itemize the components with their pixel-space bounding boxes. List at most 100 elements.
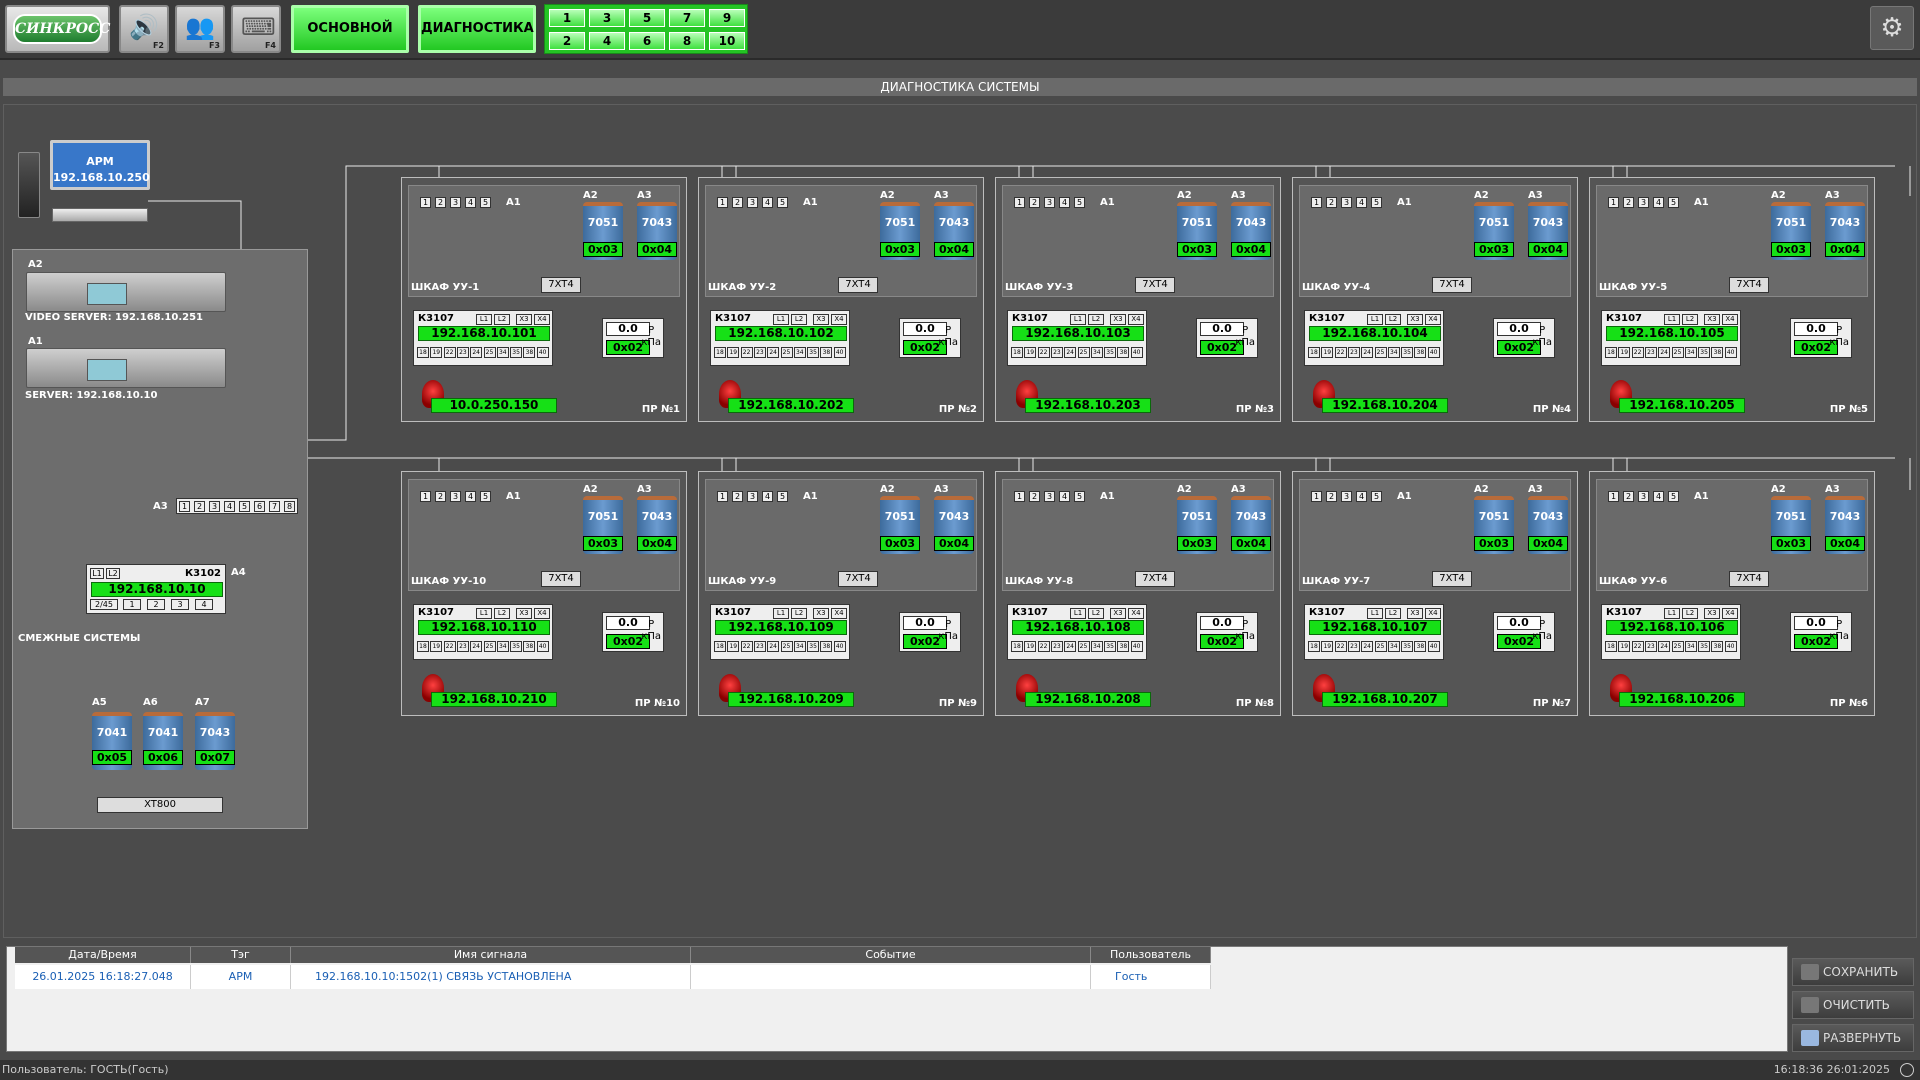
arm-label: АРМ bbox=[86, 155, 114, 168]
cabinet-panel[interactable]: 1 2 3 4 5 A1 A2 A3 7051 7043 0x03 0x04 7XT4 ШКАФ УУ-1… bbox=[401, 177, 687, 422]
pressure-sensor[interactable]: 0.0 0x02 PкПа bbox=[1493, 318, 1555, 358]
k3107-device[interactable]: К3107 L1 L2 X3 X4 192.168.10.108 18 19 22 23 24 25 3… bbox=[1007, 604, 1147, 660]
module-address: 0x04 bbox=[637, 536, 677, 551]
page-button[interactable]: 7 bbox=[669, 9, 705, 27]
a2-label: A2 bbox=[583, 190, 598, 201]
module-address: 0x03 bbox=[1771, 242, 1811, 257]
cabinet-panel[interactable]: 1 2 3 4 5 A1 A2 A3 7051 7043 0x03 0x04 7XT4 ШКАФ УУ-2… bbox=[698, 177, 984, 422]
page-button[interactable]: 4 bbox=[589, 32, 625, 50]
page-button[interactable]: 6 bbox=[629, 32, 665, 50]
video-server-icon[interactable] bbox=[26, 272, 226, 312]
pressure-sensor[interactable]: 0.0 0x02 PкПа bbox=[602, 318, 664, 358]
k3102-device[interactable]: L1 L2 К3102 192.168.10.10 2/45 1 2 3 4 bbox=[86, 564, 226, 614]
xt800-block[interactable]: XT800 bbox=[97, 797, 223, 813]
pressure-unit: PкПа bbox=[641, 619, 661, 643]
pressure-sensor[interactable]: 0.0 0x02 PкПа bbox=[1196, 612, 1258, 652]
pressure-sensor[interactable]: 0.0 0x02 PкПа bbox=[1790, 318, 1852, 358]
log-header-signal[interactable]: Имя сигнала bbox=[291, 947, 691, 963]
sound-button[interactable]: 🔊 F2 bbox=[119, 5, 169, 53]
pressure-label: P bbox=[945, 325, 952, 336]
pressure-unit: PкПа bbox=[1829, 619, 1849, 643]
k3107-device[interactable]: К3107 L1 L2 X3 X4 192.168.10.105 18 19 22 23 24 25 3… bbox=[1601, 310, 1741, 366]
page-button[interactable]: 5 bbox=[629, 9, 665, 27]
pressure-unit-label: кПа bbox=[1829, 337, 1849, 348]
pressure-sensor[interactable]: 0.0 0x02 PкПа bbox=[899, 612, 961, 652]
xt-block[interactable]: 7XT4 bbox=[541, 571, 581, 587]
k3107-terminal: 19 bbox=[430, 347, 443, 358]
k3107-device[interactable]: К3107 L1 L2 X3 X4 192.168.10.109 18 19 22 23 24 25 3… bbox=[710, 604, 850, 660]
switch-port: 1 bbox=[179, 501, 190, 512]
xt-block[interactable]: 7XT4 bbox=[1432, 277, 1472, 293]
module-id: A6 bbox=[143, 697, 158, 708]
a3-label: A3 bbox=[1528, 484, 1543, 495]
keyboard-button[interactable]: ⌨ F4 bbox=[231, 5, 281, 53]
pressure-sensor[interactable]: 0.0 0x02 PкПа bbox=[899, 318, 961, 358]
a1-label: A1 bbox=[506, 197, 521, 208]
k3107-device[interactable]: К3107 L1 L2 X3 X4 192.168.10.101 18 19 22 23 24 25 3… bbox=[413, 310, 553, 366]
k3107-port: L2 bbox=[791, 314, 807, 325]
pressure-sensor[interactable]: 0.0 0x02 PкПа bbox=[1790, 612, 1852, 652]
page-button[interactable]: 9 bbox=[709, 9, 745, 27]
xt-block[interactable]: 7XT4 bbox=[1729, 571, 1769, 587]
pr-label: ПР №3 bbox=[1235, 404, 1274, 415]
cabinet-panel[interactable]: 1 2 3 4 5 A1 A2 A3 7051 7043 0x03 0x04 7XT4 ШКАФ УУ-9… bbox=[698, 471, 984, 716]
cabinet-panel[interactable]: 1 2 3 4 5 A1 A2 A3 7051 7043 0x03 0x04 7XT4 ШКАФ УУ-3… bbox=[995, 177, 1281, 422]
cabinet-panel[interactable]: 1 2 3 4 5 A1 A2 A3 7051 7043 0x03 0x04 7XT4 ШКАФ УУ-5… bbox=[1589, 177, 1875, 422]
cabinet-name: ШКАФ УУ-6 bbox=[1599, 576, 1668, 587]
clock-icon bbox=[1900, 1063, 1914, 1077]
k3107-terminal: 40 bbox=[1427, 641, 1440, 652]
xt-block[interactable]: 7XT4 bbox=[541, 277, 581, 293]
pressure-sensor[interactable]: 0.0 0x02 PкПа bbox=[602, 612, 664, 652]
k3107-device[interactable]: К3107 L1 L2 X3 X4 192.168.10.102 18 19 22 23 24 25 3… bbox=[710, 310, 850, 366]
cabinet-panel[interactable]: 1 2 3 4 5 A1 A2 A3 7051 7043 0x03 0x04 7XT4 ШКАФ УУ-7… bbox=[1292, 471, 1578, 716]
log-header-user[interactable]: Пользователь bbox=[1091, 947, 1211, 963]
xt-block[interactable]: 7XT4 bbox=[1135, 277, 1175, 293]
save-button[interactable]: СОХРАНИТЬ bbox=[1792, 958, 1914, 986]
pressure-sensor[interactable]: 0.0 0x02 PкПа bbox=[1493, 612, 1555, 652]
page-button[interactable]: 2 bbox=[549, 32, 585, 50]
switch-a3[interactable]: 12345678 bbox=[176, 498, 298, 514]
clear-all-button[interactable]: ОЧИСТИТЬ ВСЕ bbox=[1792, 991, 1914, 1038]
xt-block[interactable]: 7XT4 bbox=[838, 277, 878, 293]
expand-button[interactable]: РАЗВЕРНУТЬ bbox=[1792, 1024, 1914, 1052]
k3107-port: L2 bbox=[791, 608, 807, 619]
cabinet-panel[interactable]: 1 2 3 4 5 A1 A2 A3 7051 7043 0x03 0x04 7XT4 ШКАФ УУ-6… bbox=[1589, 471, 1875, 716]
page-button[interactable]: 1 bbox=[549, 9, 585, 27]
mode-main-button[interactable]: ОСНОВНОЙ bbox=[291, 5, 409, 53]
k3107-terminal: 18 bbox=[1011, 347, 1023, 358]
log-header-event[interactable]: Событие bbox=[691, 947, 1091, 963]
log-header-datetime[interactable]: Дата/Время bbox=[15, 947, 191, 963]
users-icon: 👥 bbox=[185, 13, 215, 41]
module-address: 0x04 bbox=[1825, 536, 1865, 551]
k3107-terminal: 24 bbox=[1361, 347, 1374, 358]
a1-label: A1 bbox=[1100, 197, 1115, 208]
k3107-terminal: 35 bbox=[510, 641, 523, 652]
log-header-tag[interactable]: Тэг bbox=[191, 947, 291, 963]
server-icon[interactable] bbox=[26, 348, 226, 388]
k3107-device[interactable]: К3107 L1 L2 X3 X4 192.168.10.110 18 19 22 23 24 25 3… bbox=[413, 604, 553, 660]
cabinet-panel[interactable]: 1 2 3 4 5 A1 A2 A3 7051 7043 0x03 0x04 7XT4 ШКАФ УУ-8… bbox=[995, 471, 1281, 716]
page-button[interactable]: 3 bbox=[589, 9, 625, 27]
server-a1-id: A1 bbox=[28, 336, 43, 347]
pr-label: ПР №10 bbox=[634, 698, 680, 709]
xt-block[interactable]: 7XT4 bbox=[838, 571, 878, 587]
gear-icon[interactable]: ⚙ bbox=[1870, 6, 1914, 50]
xt-block[interactable]: 7XT4 bbox=[1432, 571, 1472, 587]
k3107-device[interactable]: К3107 L1 L2 X3 X4 192.168.10.104 18 19 22 23 24 25 3… bbox=[1304, 310, 1444, 366]
k3107-device[interactable]: К3107 L1 L2 X3 X4 192.168.10.107 18 19 22 23 24 25 3… bbox=[1304, 604, 1444, 660]
k3107-terminal: 34 bbox=[793, 347, 806, 358]
page-button[interactable]: 8 bbox=[669, 32, 705, 50]
k3107-model: К3107 bbox=[1309, 313, 1346, 324]
mode-diag-button[interactable]: ДИАГНОСТИКА bbox=[418, 5, 536, 53]
xt-block[interactable]: 7XT4 bbox=[1135, 571, 1175, 587]
cabinet-panel[interactable]: 1 2 3 4 5 A1 A2 A3 7051 7043 0x03 0x04 7XT4 ШКАФ УУ-1… bbox=[401, 471, 687, 716]
page-button[interactable]: 10 bbox=[709, 32, 745, 50]
cabinet-panel[interactable]: 1 2 3 4 5 A1 A2 A3 7051 7043 0x03 0x04 7XT4 ШКАФ УУ-4… bbox=[1292, 177, 1578, 422]
module-model: 7043 bbox=[641, 216, 673, 229]
xt-block[interactable]: 7XT4 bbox=[1729, 277, 1769, 293]
k3107-device[interactable]: К3107 L1 L2 X3 X4 192.168.10.103 18 19 22 23 24 25 3… bbox=[1007, 310, 1147, 366]
logo-button[interactable]: СИНКРОСС bbox=[5, 5, 110, 53]
pressure-sensor[interactable]: 0.0 0x02 PкПа bbox=[1196, 318, 1258, 358]
users-button[interactable]: 👥 F3 bbox=[175, 5, 225, 53]
k3107-device[interactable]: К3107 L1 L2 X3 X4 192.168.10.106 18 19 22 23 24 25 3… bbox=[1601, 604, 1741, 660]
